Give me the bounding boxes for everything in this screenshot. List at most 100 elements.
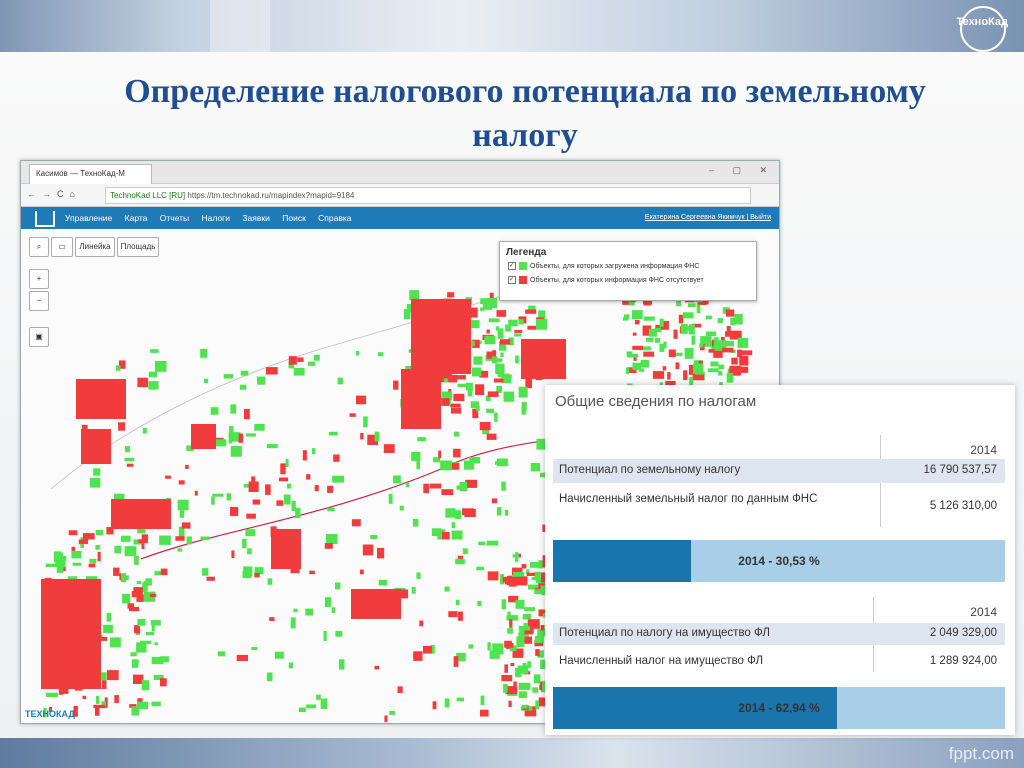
parcel[interactable] bbox=[455, 558, 465, 565]
parcel[interactable] bbox=[737, 337, 749, 348]
parcel[interactable] bbox=[231, 550, 235, 559]
parcel[interactable] bbox=[692, 363, 703, 374]
menu-item-help[interactable]: Справка bbox=[318, 213, 351, 223]
parcel[interactable] bbox=[374, 431, 380, 442]
parcel[interactable] bbox=[405, 482, 410, 488]
parcel[interactable] bbox=[515, 355, 519, 364]
parcel[interactable] bbox=[399, 505, 404, 511]
parcel[interactable] bbox=[514, 333, 522, 337]
parcel[interactable] bbox=[734, 314, 743, 325]
parcel[interactable] bbox=[480, 695, 485, 705]
parcel[interactable] bbox=[532, 687, 539, 693]
parcel[interactable] bbox=[214, 439, 227, 447]
parcel[interactable] bbox=[479, 421, 491, 431]
parcel[interactable] bbox=[103, 624, 113, 634]
parcel[interactable] bbox=[708, 349, 715, 353]
parcel[interactable] bbox=[521, 564, 527, 569]
parcel[interactable] bbox=[486, 408, 494, 414]
parcel[interactable] bbox=[248, 481, 259, 493]
parcel[interactable] bbox=[114, 695, 119, 703]
parcel[interactable] bbox=[335, 630, 343, 637]
parcel[interactable] bbox=[127, 603, 135, 609]
parcel[interactable] bbox=[314, 485, 319, 492]
parcel[interactable] bbox=[504, 576, 517, 585]
parcel[interactable] bbox=[327, 507, 335, 512]
parcel-large[interactable] bbox=[411, 299, 471, 334]
parcel[interactable] bbox=[93, 704, 106, 709]
parcel[interactable] bbox=[323, 630, 327, 641]
parcel[interactable] bbox=[515, 599, 525, 609]
parcel[interactable] bbox=[316, 694, 321, 700]
parcel[interactable] bbox=[654, 337, 661, 343]
parcel[interactable] bbox=[133, 587, 143, 597]
parcel[interactable] bbox=[431, 528, 441, 537]
parcel[interactable] bbox=[177, 548, 183, 552]
parcel[interactable] bbox=[534, 635, 544, 643]
parcel[interactable] bbox=[501, 481, 506, 491]
parcel[interactable] bbox=[529, 619, 540, 629]
parcel[interactable] bbox=[494, 412, 498, 422]
parcel[interactable] bbox=[351, 519, 361, 527]
parcel[interactable] bbox=[475, 384, 485, 395]
parcel[interactable] bbox=[699, 343, 704, 348]
parcel[interactable] bbox=[510, 662, 515, 667]
parcel[interactable] bbox=[332, 475, 345, 483]
parcel[interactable] bbox=[444, 586, 450, 592]
parcel[interactable] bbox=[459, 482, 468, 492]
parcel[interactable] bbox=[443, 378, 449, 383]
parcel[interactable] bbox=[533, 674, 541, 684]
parcel[interactable] bbox=[178, 480, 185, 485]
parcel-large[interactable] bbox=[191, 424, 216, 449]
parcel[interactable] bbox=[238, 433, 244, 443]
parcel[interactable] bbox=[309, 570, 315, 575]
parcel[interactable] bbox=[409, 290, 420, 301]
parcel[interactable] bbox=[444, 698, 450, 708]
parcel[interactable] bbox=[141, 680, 150, 691]
parcel[interactable] bbox=[359, 569, 364, 575]
parcel[interactable] bbox=[53, 551, 62, 560]
parcel[interactable] bbox=[705, 315, 712, 320]
parcel[interactable] bbox=[691, 335, 696, 345]
parcel[interactable] bbox=[416, 572, 421, 579]
parcel[interactable] bbox=[488, 318, 500, 323]
parcel[interactable] bbox=[160, 568, 168, 575]
parcel[interactable] bbox=[453, 656, 459, 667]
parcel[interactable] bbox=[486, 329, 490, 334]
parcel[interactable] bbox=[451, 530, 463, 540]
parcel[interactable] bbox=[455, 599, 460, 605]
legend-item[interactable]: ✓ Объекты, для которых информация ФНС отс… bbox=[508, 276, 756, 286]
parcel[interactable] bbox=[121, 573, 126, 583]
parcel[interactable] bbox=[265, 484, 271, 495]
parcel[interactable] bbox=[142, 428, 147, 434]
parcel[interactable] bbox=[507, 628, 513, 634]
parcel[interactable] bbox=[245, 529, 256, 537]
parcel[interactable] bbox=[713, 337, 719, 348]
parcel[interactable] bbox=[141, 543, 145, 550]
parcel[interactable] bbox=[324, 543, 333, 549]
parcel[interactable] bbox=[246, 513, 256, 519]
parcel[interactable] bbox=[287, 483, 291, 489]
parcel[interactable] bbox=[280, 463, 286, 475]
parcel[interactable] bbox=[535, 700, 539, 710]
parcel[interactable] bbox=[454, 375, 466, 380]
parcel[interactable] bbox=[144, 597, 155, 601]
parcel[interactable] bbox=[397, 686, 403, 693]
parcel[interactable] bbox=[740, 366, 749, 373]
parcel[interactable] bbox=[643, 351, 655, 357]
parcel[interactable] bbox=[723, 341, 734, 347]
parcel[interactable] bbox=[160, 678, 167, 687]
parcel[interactable] bbox=[269, 617, 275, 621]
parcel[interactable] bbox=[412, 518, 419, 527]
parcel[interactable] bbox=[331, 607, 336, 614]
parcel[interactable] bbox=[113, 567, 120, 576]
parcel[interactable] bbox=[288, 662, 293, 669]
parcel[interactable] bbox=[148, 371, 158, 378]
parcel[interactable] bbox=[673, 329, 678, 339]
parcel[interactable] bbox=[212, 493, 224, 497]
parcel[interactable] bbox=[265, 367, 278, 375]
parcel[interactable] bbox=[97, 551, 101, 562]
parcel[interactable] bbox=[251, 476, 256, 483]
parcel[interactable] bbox=[159, 535, 171, 545]
parcel[interactable] bbox=[534, 589, 545, 594]
parcel[interactable] bbox=[242, 571, 252, 578]
